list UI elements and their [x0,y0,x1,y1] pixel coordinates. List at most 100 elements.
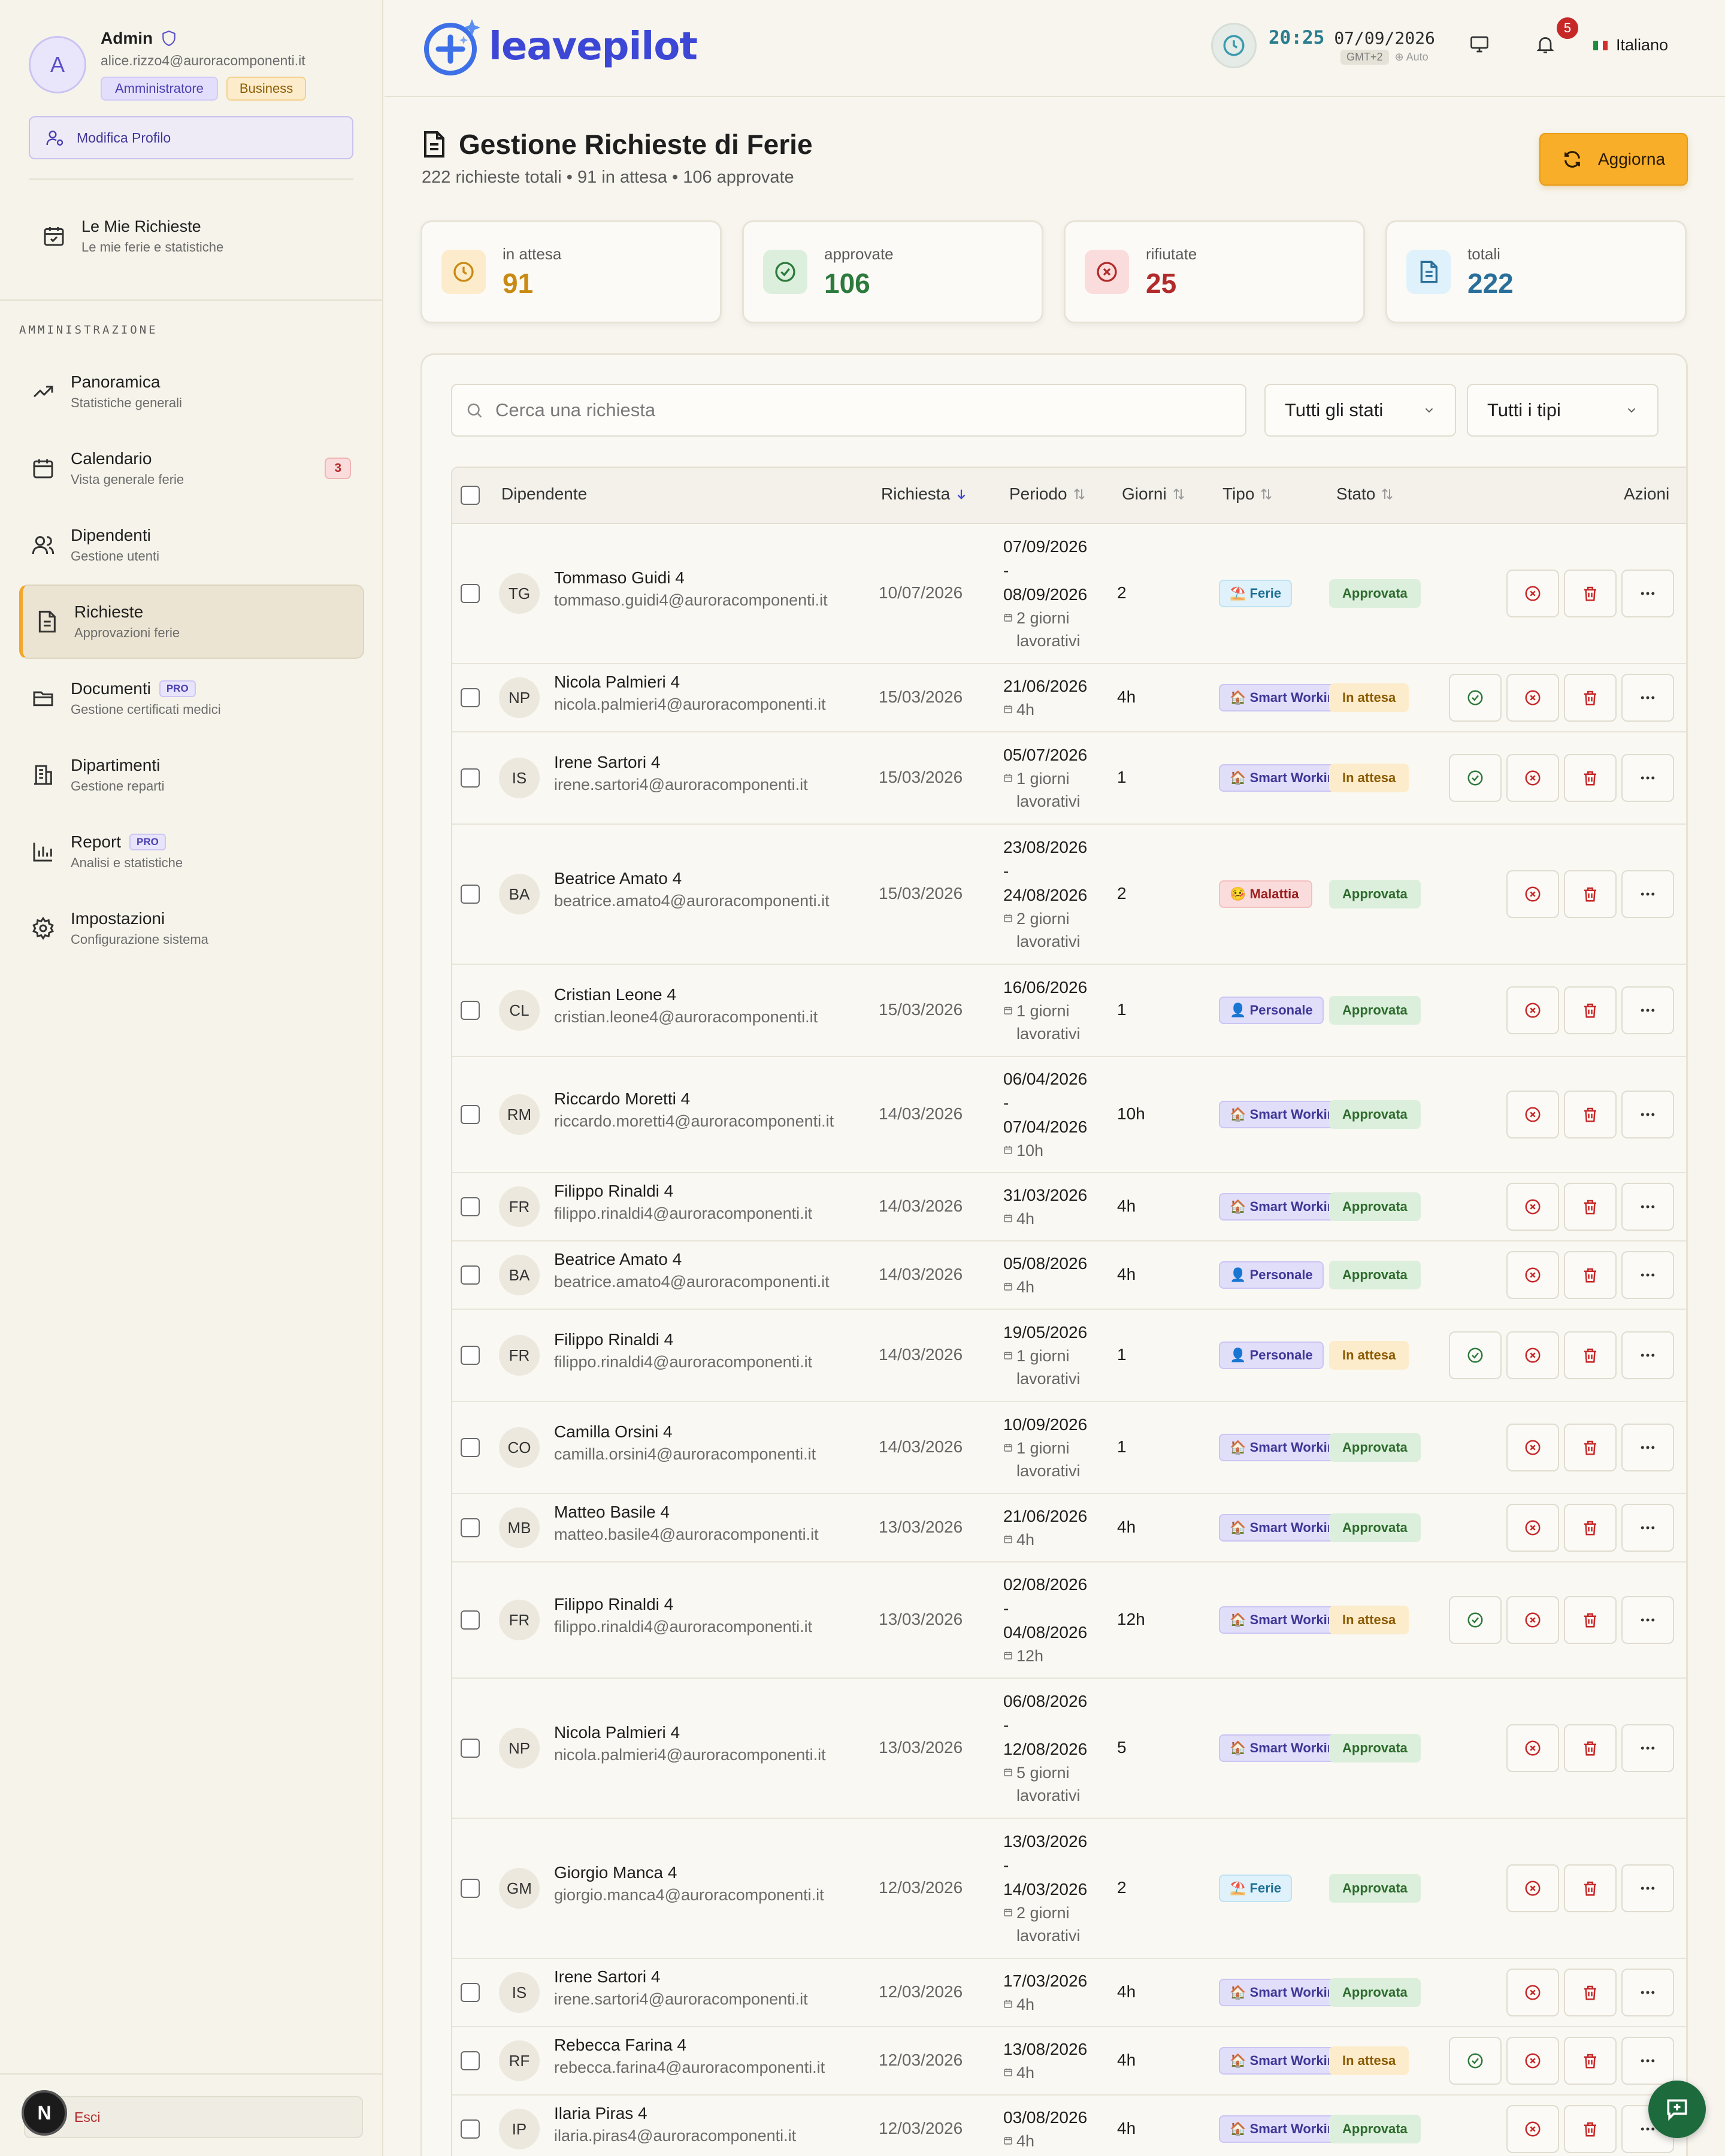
more-actions-button[interactable] [1621,1864,1674,1912]
table-row[interactable]: BA Beatrice Amato 4 beatrice.amato4@aurora… [452,1241,1686,1310]
approve-button[interactable] [1449,674,1502,722]
delete-button[interactable] [1564,570,1617,617]
table-row[interactable]: FR Filippo Rinaldi 4 filippo.rinaldi4@auro… [452,1310,1686,1402]
row-checkbox[interactable] [461,1739,480,1758]
delete-button[interactable] [1564,1424,1617,1471]
user-avatar[interactable]: N [22,2090,67,2136]
col-days-sort[interactable]: Giorni [1122,485,1186,504]
table-row[interactable]: CO Camilla Orsini 4 camilla.orsini4@aurora… [452,1402,1686,1494]
more-actions-button[interactable] [1621,870,1674,918]
row-checkbox[interactable] [461,1265,480,1285]
table-row[interactable]: RM Riccardo Moretti 4 riccardo.moretti4@au… [452,1057,1686,1173]
table-row[interactable]: IS Irene Sartori 4 irene.sartori4@auroraco… [452,1959,1686,2027]
delete-button[interactable] [1564,2105,1617,2153]
search-input[interactable] [495,399,1214,421]
more-actions-button[interactable] [1621,2037,1674,2085]
more-actions-button[interactable] [1621,1969,1674,2016]
row-checkbox[interactable] [461,584,480,603]
table-row[interactable]: IP Ilaria Piras 4 ilaria.piras4@auroracomp… [452,2096,1686,2156]
table-row[interactable]: TG Tommaso Guidi 4 tommaso.guidi4@auroraco… [452,524,1686,664]
delete-button[interactable] [1564,1596,1617,1644]
reject-button[interactable] [1506,1596,1559,1644]
row-checkbox[interactable] [461,1983,480,2002]
feedback-button[interactable] [1648,2081,1706,2138]
approve-button[interactable] [1449,1331,1502,1379]
more-actions-button[interactable] [1621,754,1674,802]
reject-button[interactable] [1506,2037,1559,2085]
delete-button[interactable] [1564,674,1617,722]
table-row[interactable]: CL Cristian Leone 4 cristian.leone4@aurora… [452,965,1686,1057]
row-checkbox[interactable] [461,1346,480,1365]
more-actions-button[interactable] [1621,1504,1674,1552]
language-selector[interactable]: Italiano [1593,36,1668,54]
row-checkbox[interactable] [461,1001,480,1020]
approve-button[interactable] [1449,2037,1502,2085]
reject-button[interactable] [1506,1331,1559,1379]
reject-button[interactable] [1506,1724,1559,1772]
reject-button[interactable] [1506,570,1559,617]
row-checkbox[interactable] [461,688,480,707]
row-checkbox[interactable] [461,768,480,788]
delete-button[interactable] [1564,1331,1617,1379]
sidebar-item-richieste[interactable]: Richieste Approvazioni ferie [19,585,364,659]
type-filter-select[interactable]: Tutti i tipi [1467,384,1659,437]
delete-button[interactable] [1564,986,1617,1034]
delete-button[interactable] [1564,754,1617,802]
reject-button[interactable] [1506,754,1559,802]
reject-button[interactable] [1506,1504,1559,1552]
col-period-sort[interactable]: Periodo [1009,485,1087,504]
sidebar-item-panoramica[interactable]: Panoramica Statistiche generali [19,355,364,429]
more-actions-button[interactable] [1621,1424,1674,1471]
table-row[interactable]: FR Filippo Rinaldi 4 filippo.rinaldi4@auro… [452,1563,1686,1679]
monitor-icon[interactable] [1469,34,1490,55]
col-status-sort[interactable]: Stato [1336,485,1394,504]
row-checkbox[interactable] [461,1879,480,1898]
more-actions-button[interactable] [1621,1251,1674,1299]
row-checkbox[interactable] [461,2051,480,2070]
sidebar-item-calendario[interactable]: Calendario Vista generale ferie 3 [19,431,364,505]
row-checkbox[interactable] [461,2119,480,2139]
status-filter-select[interactable]: Tutti gli stati [1264,384,1456,437]
col-request-sort[interactable]: Richiesta [881,485,968,504]
reject-button[interactable] [1506,870,1559,918]
more-actions-button[interactable] [1621,1724,1674,1772]
row-checkbox[interactable] [461,1610,480,1630]
table-row[interactable]: NP Nicola Palmieri 4 nicola.palmieri4@auro… [452,1679,1686,1819]
table-row[interactable]: RF Rebecca Farina 4 rebecca.farina4@aurora… [452,2027,1686,2096]
more-actions-button[interactable] [1621,1183,1674,1231]
delete-button[interactable] [1564,1864,1617,1912]
reject-button[interactable] [1506,1864,1559,1912]
col-type-sort[interactable]: Tipo [1222,485,1273,504]
table-row[interactable]: BA Beatrice Amato 4 beatrice.amato4@aurora… [452,825,1686,965]
approve-button[interactable] [1449,1596,1502,1644]
table-row[interactable]: IS Irene Sartori 4 irene.sartori4@auroraco… [452,732,1686,825]
table-row[interactable]: FR Filippo Rinaldi 4 filippo.rinaldi4@auro… [452,1173,1686,1241]
more-actions-button[interactable] [1621,1596,1674,1644]
reject-button[interactable] [1506,1183,1559,1231]
row-checkbox[interactable] [461,885,480,904]
select-all-checkbox[interactable] [461,486,480,505]
refresh-button[interactable]: Aggiorna [1539,133,1688,186]
reject-button[interactable] [1506,1251,1559,1299]
approve-button[interactable] [1449,754,1502,802]
reject-button[interactable] [1506,1424,1559,1471]
row-checkbox[interactable] [461,1197,480,1216]
more-actions-button[interactable] [1621,1331,1674,1379]
reject-button[interactable] [1506,674,1559,722]
reject-button[interactable] [1506,2105,1559,2153]
more-actions-button[interactable] [1621,570,1674,617]
logout-button[interactable]: Esci [24,2096,363,2138]
logo[interactable]: leavepilot [423,16,698,78]
reject-button[interactable] [1506,986,1559,1034]
delete-button[interactable] [1564,2037,1617,2085]
delete-button[interactable] [1564,1251,1617,1299]
bell-icon[interactable] [1535,34,1556,55]
delete-button[interactable] [1564,1969,1617,2016]
delete-button[interactable] [1564,870,1617,918]
sidebar-item-report[interactable]: Report PRO Analisi e statistiche [19,814,364,889]
sidebar-item-documenti[interactable]: Documenti PRO Gestione certificati medici [19,661,364,735]
reject-button[interactable] [1506,1969,1559,2016]
sidebar-item-impostazioni[interactable]: Impostazioni Configurazione sistema [19,891,364,965]
reject-button[interactable] [1506,1091,1559,1138]
delete-button[interactable] [1564,1091,1617,1138]
